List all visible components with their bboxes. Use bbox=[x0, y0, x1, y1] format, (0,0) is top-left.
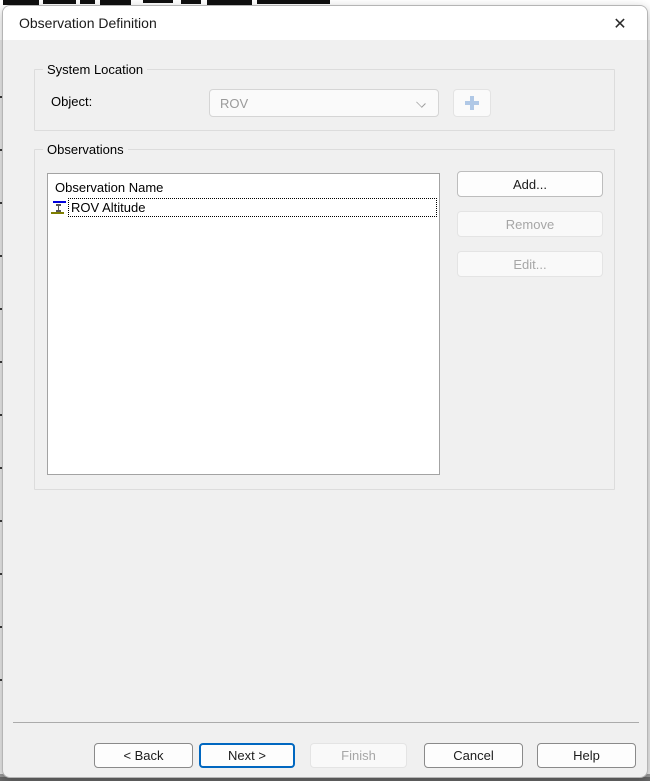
cancel-button[interactable]: Cancel bbox=[424, 743, 523, 768]
close-icon: ✕ bbox=[613, 14, 626, 33]
titlebar: Observation Definition ✕ bbox=[3, 6, 647, 40]
observation-list-header: Observation Name bbox=[48, 174, 439, 198]
observations-group-label: Observations bbox=[43, 142, 128, 157]
remove-button[interactable]: Remove bbox=[457, 211, 603, 237]
observation-definition-dialog: Observation Definition ✕ System Location… bbox=[2, 5, 648, 778]
footer-divider bbox=[13, 722, 639, 723]
add-object-button[interactable] bbox=[453, 89, 491, 117]
chevron-down-icon bbox=[417, 99, 425, 107]
object-combobox[interactable]: ROV bbox=[209, 89, 439, 117]
object-combobox-value: ROV bbox=[210, 96, 248, 111]
back-button[interactable]: < Back bbox=[94, 743, 193, 768]
system-location-group: System Location Object: ROV bbox=[34, 69, 615, 131]
observations-group: Observations Observation Name ROV Altitu… bbox=[34, 149, 615, 490]
edit-button[interactable]: Edit... bbox=[457, 251, 603, 277]
help-button[interactable]: Help bbox=[537, 743, 636, 768]
list-item[interactable]: ROV Altitude bbox=[48, 198, 439, 218]
system-location-group-label: System Location bbox=[43, 62, 147, 77]
plus-icon bbox=[465, 96, 479, 110]
finish-button[interactable]: Finish bbox=[310, 743, 407, 768]
list-item-label: ROV Altitude bbox=[69, 200, 145, 215]
list-item-focus-rect: ROV Altitude bbox=[68, 198, 437, 217]
observation-list[interactable]: Observation Name ROV Altitude bbox=[47, 173, 440, 475]
object-label: Object: bbox=[51, 94, 92, 109]
close-button[interactable]: ✕ bbox=[601, 6, 639, 40]
add-button[interactable]: Add... bbox=[457, 171, 603, 197]
dialog-title: Observation Definition bbox=[3, 15, 157, 31]
altitude-observation-icon bbox=[51, 200, 67, 215]
next-button[interactable]: Next > bbox=[199, 743, 295, 768]
